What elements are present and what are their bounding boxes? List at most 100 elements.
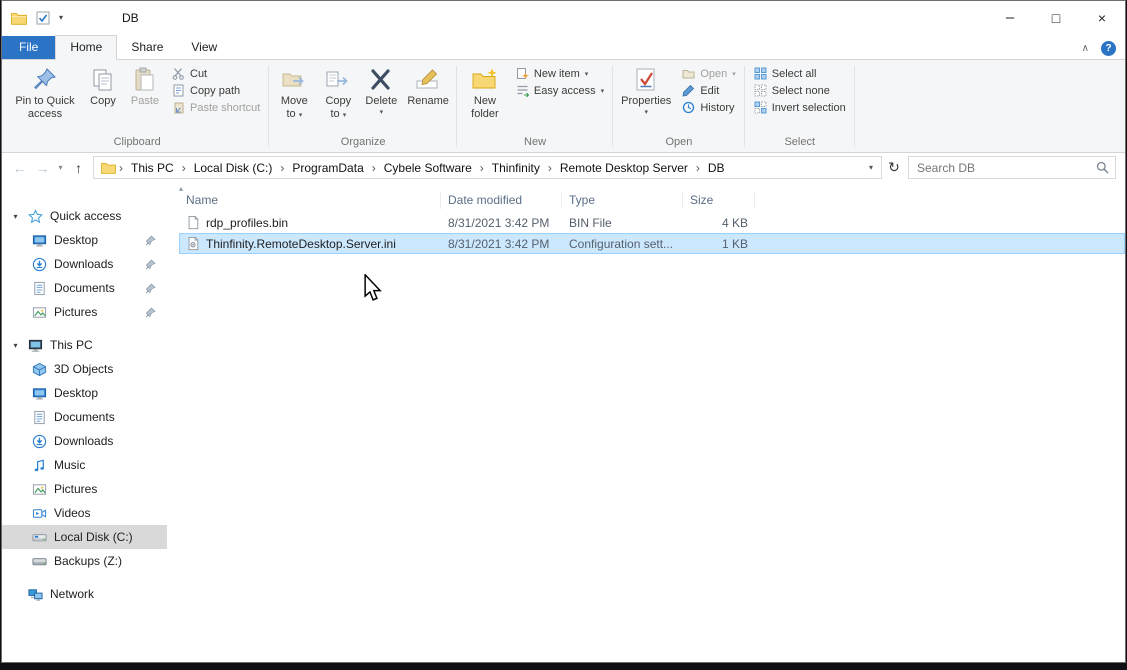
easy-access-dropdown-icon[interactable]: ▾	[601, 87, 605, 95]
recent-locations-icon[interactable]: ▾	[54, 163, 67, 172]
sidebar-item-this-pc[interactable]: ▾ This PC	[2, 333, 167, 357]
sidebar-item-videos[interactable]: Videos	[2, 501, 167, 525]
button-label: Pin to Quick access	[13, 95, 77, 121]
pictures-icon	[32, 482, 47, 497]
open-button[interactable]: Open ▾	[679, 67, 738, 80]
tree-expand-icon[interactable]: ▾	[10, 212, 21, 221]
rename-icon	[415, 65, 441, 95]
sidebar-item-label: Documents	[54, 410, 115, 424]
breadcrumb-thinfinity[interactable]: Thinfinity	[485, 161, 547, 175]
sidebar-item-qa-downloads[interactable]: Downloads	[2, 252, 167, 276]
properties-shortcut-icon[interactable]	[36, 11, 50, 25]
pin-to-quick-access-button[interactable]: Pin to Quick access	[8, 61, 82, 135]
file-row-thinfinity-ini[interactable]: Thinfinity.RemoteDesktop.Server.ini 8/31…	[179, 233, 1125, 254]
sidebar-item-qa-documents[interactable]: Documents	[2, 276, 167, 300]
copy-to-button[interactable]: Copy to ▾	[316, 61, 360, 135]
copy-path-button[interactable]: Copy path	[169, 84, 263, 97]
new-item-dropdown-icon[interactable]: ▾	[585, 70, 589, 78]
tab-view[interactable]: View	[177, 36, 231, 59]
copy-to-icon	[325, 65, 351, 95]
explorer-folder-icon	[11, 11, 27, 25]
column-header-name[interactable]: Name	[179, 192, 441, 209]
search-box[interactable]	[908, 156, 1116, 179]
sidebar-item-qa-desktop[interactable]: Desktop	[2, 228, 167, 252]
cut-button[interactable]: Cut	[169, 67, 263, 80]
group-label-organize: Organize	[272, 135, 454, 152]
breadcrumb[interactable]: › This PC › Local Disk (C:) › ProgramDat…	[93, 156, 882, 179]
file-row-rdp-profiles[interactable]: rdp_profiles.bin 8/31/2021 3:42 PM BIN F…	[179, 212, 1125, 233]
address-dropdown-icon[interactable]: ▾	[869, 163, 877, 172]
rename-button[interactable]: Rename	[402, 61, 454, 135]
column-header-type[interactable]: Type	[562, 192, 683, 209]
sidebar-item-3d-objects[interactable]: 3D Objects	[2, 357, 167, 381]
close-button[interactable]: ×	[1079, 1, 1125, 34]
search-input[interactable]	[915, 160, 1096, 176]
documents-icon	[32, 410, 47, 425]
sidebar-item-pictures[interactable]: Pictures	[2, 477, 167, 501]
maximize-button[interactable]: □	[1033, 1, 1079, 34]
breadcrumb-this-pc[interactable]: This PC	[124, 161, 181, 175]
copy-button[interactable]: Copy	[82, 61, 124, 135]
button-label: New folder	[465, 95, 505, 121]
button-label: History	[700, 102, 734, 114]
column-header-size[interactable]: Size	[683, 192, 755, 209]
up-button[interactable]: ↑	[67, 161, 90, 175]
history-button[interactable]: History	[679, 101, 738, 114]
button-label: Open	[700, 68, 727, 80]
sidebar-item-backups-z[interactable]: Backups (Z:)	[2, 549, 167, 573]
sidebar-item-label: 3D Objects	[54, 362, 113, 376]
tab-file[interactable]: File	[2, 36, 55, 59]
easy-access-button[interactable]: Easy access ▾	[513, 84, 607, 97]
sidebar-item-quick-access[interactable]: ▾ Quick access	[2, 204, 167, 228]
edit-button[interactable]: Edit	[679, 84, 738, 97]
pin-icon	[33, 65, 57, 95]
refresh-button[interactable]: ↻	[883, 159, 905, 176]
sidebar-item-qa-pictures[interactable]: Pictures	[2, 300, 167, 324]
sidebar-item-music[interactable]: Music	[2, 453, 167, 477]
pin-icon	[145, 307, 156, 318]
new-folder-button[interactable]: New folder	[460, 61, 510, 135]
sort-ascending-icon[interactable]: ▴	[179, 184, 183, 193]
breadcrumb-cybele-software[interactable]: Cybele Software	[377, 161, 479, 175]
breadcrumb-local-disk-c[interactable]: Local Disk (C:)	[187, 161, 280, 175]
move-to-button[interactable]: Move to ▾	[272, 61, 316, 135]
address-bar: ← → ▾ ↑ › This PC › Local Disk (C:) › Pr…	[2, 153, 1125, 182]
copy-icon	[91, 65, 115, 95]
properties-button[interactable]: Properties ▾	[616, 61, 676, 135]
forward-button[interactable]: →	[31, 161, 54, 175]
open-dropdown-icon[interactable]: ▾	[732, 70, 736, 78]
sidebar-item-documents[interactable]: Documents	[2, 405, 167, 429]
new-item-button[interactable]: New item ▾	[513, 67, 607, 80]
column-header-date-modified[interactable]: Date modified	[441, 192, 562, 209]
breadcrumb-programdata[interactable]: ProgramData	[285, 161, 370, 175]
column-headers: Name Date modified Type Size	[179, 188, 1125, 212]
tab-share[interactable]: Share	[117, 36, 177, 59]
pictures-icon	[32, 305, 47, 320]
minimize-button[interactable]: –	[987, 1, 1033, 34]
help-icon[interactable]: ?	[1101, 41, 1116, 56]
sidebar-item-downloads[interactable]: Downloads	[2, 429, 167, 453]
button-label: Invert selection	[772, 102, 846, 114]
tree-expand-icon[interactable]: ▾	[10, 341, 21, 350]
select-none-icon	[754, 84, 767, 97]
sidebar-item-desktop[interactable]: Desktop	[2, 381, 167, 405]
breadcrumb-db[interactable]: DB	[701, 161, 732, 175]
select-none-button[interactable]: Select none	[751, 84, 849, 97]
paste-shortcut-button[interactable]: Paste shortcut	[169, 101, 263, 114]
breadcrumb-remote-desktop-server[interactable]: Remote Desktop Server	[553, 161, 695, 175]
paste-button[interactable]: Paste	[124, 61, 166, 135]
sidebar-item-label: Desktop	[54, 233, 98, 247]
minimize-ribbon-icon[interactable]: ∧	[1082, 43, 1089, 54]
delete-button[interactable]: Delete ▾	[360, 61, 402, 135]
invert-selection-button[interactable]: Invert selection	[751, 101, 849, 114]
sidebar-item-local-disk-c[interactable]: Local Disk (C:)	[2, 525, 167, 549]
properties-dropdown-icon[interactable]: ▾	[644, 109, 648, 116]
search-icon[interactable]	[1096, 161, 1109, 174]
sidebar-item-network[interactable]: Network	[2, 582, 167, 606]
back-button[interactable]: ←	[8, 161, 31, 175]
qat-dropdown-icon[interactable]: ▾	[59, 13, 63, 22]
videos-icon	[32, 506, 47, 521]
select-all-button[interactable]: Select all	[751, 67, 849, 80]
tab-home[interactable]: Home	[55, 35, 117, 60]
delete-dropdown-icon[interactable]: ▾	[380, 109, 384, 116]
